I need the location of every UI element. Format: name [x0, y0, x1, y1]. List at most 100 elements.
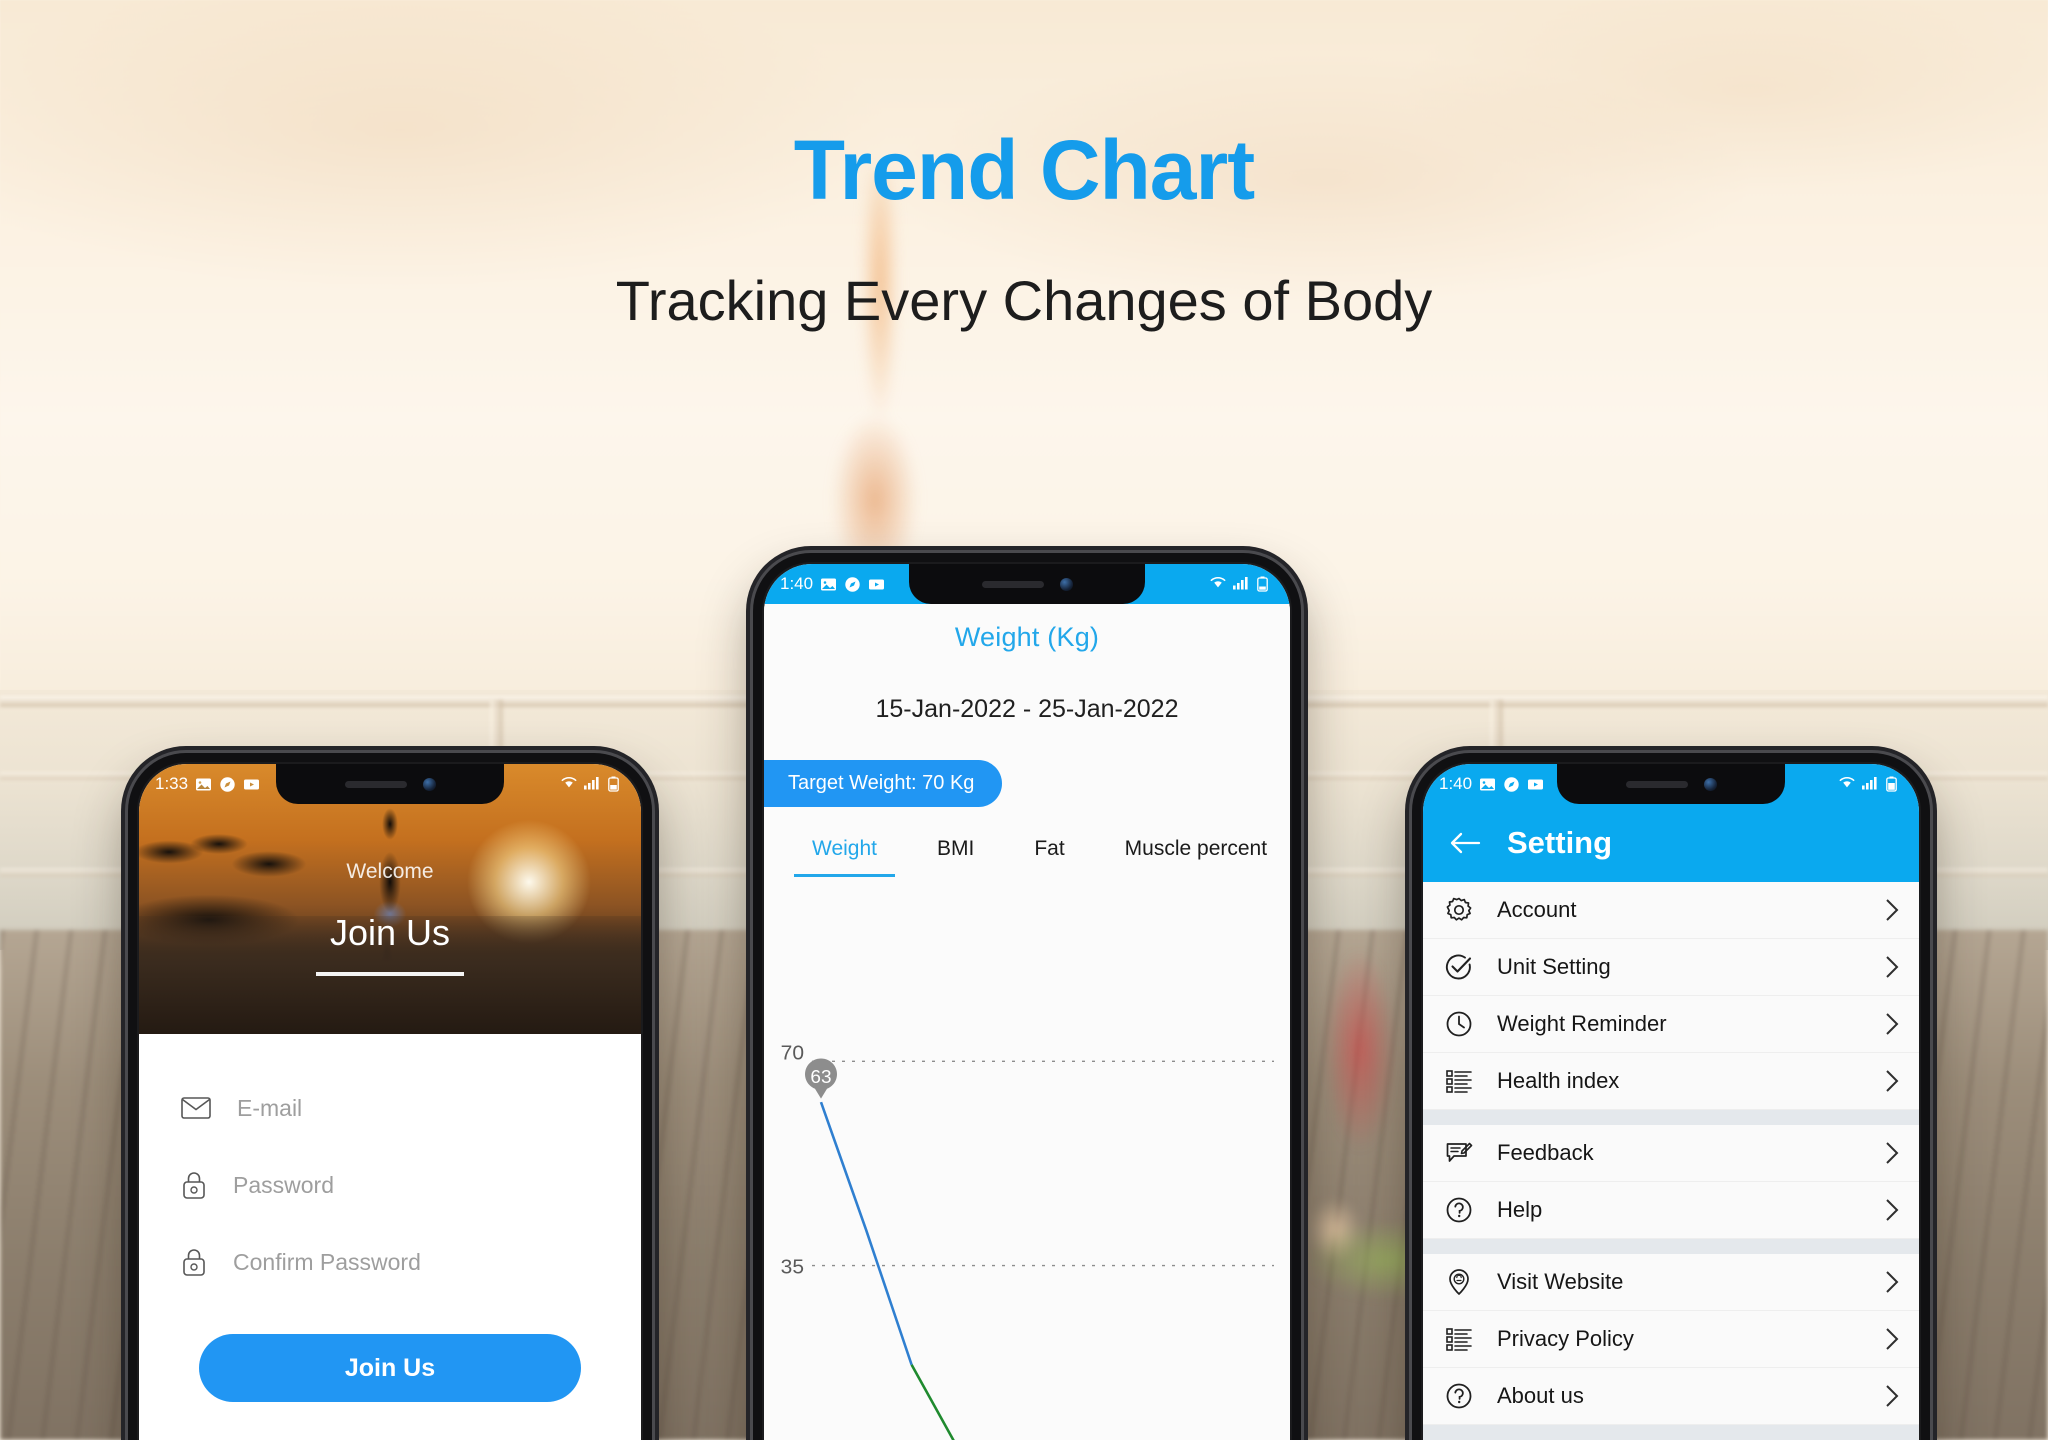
setting-list: Account Unit Setting Weight Reminder Hea… — [1423, 882, 1919, 1440]
setting-item-label: Health index — [1497, 1068, 1620, 1093]
status-time: 1:40 — [1439, 774, 1473, 793]
play-icon — [1527, 776, 1544, 793]
target-weight-badge: Target Weight: 70 Kg — [764, 760, 1003, 807]
phone-screen-chart: Weight (Kg) 15-Jan-2022 - 25-Jan-2022 Ta… — [764, 564, 1290, 1440]
chart-title: Weight (Kg) — [954, 622, 1100, 652]
phone-mockup-setting: Setting Account Unit Setting Weight Remi… — [1412, 753, 1930, 1440]
signup-form: E-mail Password Confirm Password Join Us — [139, 1034, 641, 1440]
setting-item-label: Account — [1497, 897, 1577, 922]
setting-item-unit-setting[interactable]: Unit Setting — [1423, 939, 1919, 996]
page-title-setting: Setting — [1507, 825, 1613, 860]
setting-item-about-us[interactable]: About us — [1423, 1368, 1919, 1425]
page-subtitle: Tracking Every Changes of Body — [615, 269, 1433, 332]
setting-item-privacy-policy[interactable]: Privacy Policy — [1423, 1311, 1919, 1368]
phone-notch — [1557, 764, 1785, 804]
earpiece-speaker — [1625, 780, 1688, 788]
setting-group-divider — [1423, 1239, 1919, 1254]
chevron-right-icon — [1885, 955, 1899, 979]
signup-heading: Join Us — [329, 912, 451, 953]
setting-item-label: Weight Reminder — [1497, 1011, 1667, 1036]
setting-item-label: Feedback — [1497, 1140, 1594, 1165]
signal-icon — [584, 776, 601, 793]
status-time: 1:33 — [155, 774, 189, 793]
chevron-right-icon — [1885, 898, 1899, 922]
heading-underline — [316, 972, 464, 976]
list-icon — [1445, 1325, 1473, 1353]
wifi-icon — [560, 776, 577, 793]
wifi-icon — [1838, 776, 1855, 793]
chevron-right-icon — [1885, 1069, 1899, 1093]
confirm-password-field[interactable]: Confirm Password — [181, 1240, 599, 1284]
setting-group-divider — [1423, 1110, 1919, 1125]
setting-item-label: Unit Setting — [1497, 954, 1611, 979]
setting-item-label: Visit Website — [1497, 1269, 1624, 1294]
battery-icon — [608, 776, 625, 793]
front-camera — [1059, 577, 1073, 591]
phone-notch — [909, 564, 1145, 604]
setting-item-label: Privacy Policy — [1497, 1326, 1634, 1351]
welcome-label: Welcome — [346, 860, 434, 883]
tab-bmi[interactable]: BMI — [907, 837, 1004, 877]
phone-notch — [276, 764, 504, 804]
phone-mockup-trend-chart: Weight (Kg) 15-Jan-2022 - 25-Jan-2022 Ta… — [753, 553, 1301, 1440]
question-circle-icon — [1445, 1382, 1473, 1410]
chevron-right-icon — [1885, 1384, 1899, 1408]
setting-item-label: Help — [1497, 1197, 1543, 1222]
lock-icon — [181, 1170, 207, 1200]
signup-hero-image — [139, 764, 641, 1034]
arrow-left-icon[interactable] — [1449, 831, 1481, 855]
chart-svg: 70 35 0 63 — [781, 1041, 1274, 1440]
setting-item-visit-website[interactable]: Visit Website — [1423, 1254, 1919, 1311]
photo-icon — [195, 776, 212, 793]
signal-icon — [1862, 776, 1879, 793]
trend-chart[interactable]: 70 35 0 63 — [764, 1022, 1290, 1440]
ytick-35: 35 — [781, 1256, 804, 1279]
wifi-icon — [1209, 576, 1226, 593]
chevron-right-icon — [1885, 1327, 1899, 1351]
password-placeholder: Password — [233, 1171, 334, 1198]
gear-icon — [1445, 896, 1473, 924]
earpiece-speaker — [344, 780, 407, 788]
feedback-icon — [1445, 1139, 1473, 1167]
earpiece-speaker — [981, 580, 1044, 588]
phone-mockup-signup: Welcome Join Us E-mail Password Confirm … — [128, 753, 652, 1440]
chart-screen-body: Weight (Kg) 15-Jan-2022 - 25-Jan-2022 Ta… — [764, 604, 1290, 1440]
compass-icon — [1503, 776, 1520, 793]
setting-item-feedback[interactable]: Feedback — [1423, 1125, 1919, 1182]
check-circle-icon — [1445, 953, 1473, 981]
tab-fat[interactable]: Fat — [1004, 837, 1094, 877]
setting-item-account[interactable]: Account — [1423, 882, 1919, 939]
value-marker: 63 — [805, 1058, 837, 1099]
lock-icon — [181, 1247, 207, 1277]
promo-scene: Trend Chart Tracking Every Changes of Bo… — [0, 0, 2048, 1440]
play-icon — [868, 576, 885, 593]
chevron-right-icon — [1885, 1198, 1899, 1222]
setting-item-help[interactable]: Help — [1423, 1182, 1919, 1239]
photo-icon — [820, 576, 837, 593]
clock-icon — [1445, 1010, 1473, 1038]
email-field[interactable]: E-mail — [181, 1086, 599, 1130]
photo-icon — [1479, 776, 1496, 793]
phone-screen-setting: Setting Account Unit Setting Weight Remi… — [1423, 764, 1919, 1440]
tab-muscle-percent[interactable]: Muscle percent — [1095, 837, 1290, 877]
phone-screen-signup: Welcome Join Us E-mail Password Confirm … — [139, 764, 641, 1440]
setting-item-health-index[interactable]: Health index — [1423, 1053, 1919, 1110]
list-icon — [1445, 1067, 1473, 1095]
battery-icon — [1886, 776, 1903, 793]
metric-tabs: Weight BMI Fat Muscle percent W — [764, 807, 1290, 877]
status-time: 1:40 — [780, 574, 814, 593]
setting-item-weight-reminder[interactable]: Weight Reminder — [1423, 996, 1919, 1053]
setting-item-label: About us — [1497, 1383, 1584, 1408]
date-range-label[interactable]: 15-Jan-2022 - 25-Jan-2022 — [764, 653, 1290, 724]
chevron-right-icon — [1885, 1270, 1899, 1294]
battery-icon — [1257, 576, 1274, 593]
envelope-icon — [181, 1097, 211, 1119]
join-us-button[interactable]: Join Us — [199, 1334, 581, 1402]
chevron-right-icon — [1885, 1012, 1899, 1036]
front-camera — [1703, 777, 1717, 791]
chevron-right-icon — [1885, 1141, 1899, 1165]
tab-weight[interactable]: Weight — [782, 837, 907, 877]
password-field[interactable]: Password — [181, 1163, 599, 1207]
ytick-70: 70 — [781, 1041, 804, 1064]
marker-value: 63 — [810, 1066, 831, 1087]
